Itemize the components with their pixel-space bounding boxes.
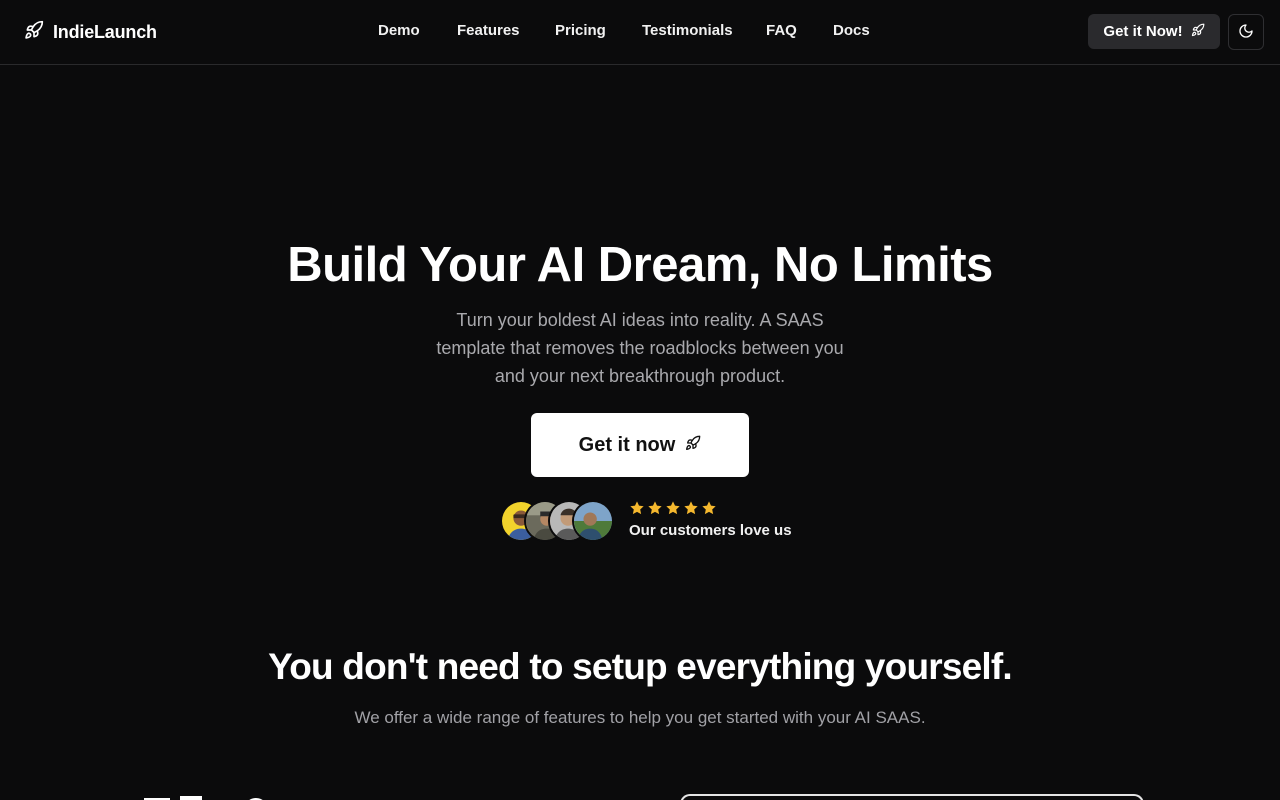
nav-link-demo[interactable]: Demo <box>378 22 420 42</box>
star-icon <box>701 500 717 521</box>
get-it-now-hero-button[interactable]: Get it now <box>531 413 749 477</box>
moon-icon <box>1238 23 1254 42</box>
nav-link-features[interactable]: Features <box>457 22 520 42</box>
nav-link-pricing[interactable]: Pricing <box>555 22 606 42</box>
features-section-title: You don't need to setup everything yours… <box>268 646 1013 687</box>
star-icon <box>683 500 699 521</box>
star-icon <box>629 500 645 521</box>
nav-link-docs[interactable]: Docs <box>833 22 870 42</box>
nav-link-faq[interactable]: FAQ <box>766 22 797 42</box>
rocket-icon <box>685 434 701 457</box>
get-it-now-header-button[interactable]: Get it Now! <box>1088 14 1220 49</box>
feature-heading-partial <box>144 788 274 800</box>
header-cta-label: Get it Now! <box>1103 23 1183 40</box>
star-icon <box>665 500 681 521</box>
star-icon <box>647 500 663 521</box>
rocket-icon <box>24 20 44 45</box>
hero-cta-label: Get it now <box>578 433 676 456</box>
top-navbar: IndieLaunch Demo Features Pricing Testim… <box>0 0 1280 65</box>
features-section-subtitle: We offer a wide range of features to hel… <box>354 708 926 727</box>
star-rating <box>629 500 717 521</box>
hero-subtitle: Turn your boldest AI ideas into reality.… <box>436 310 844 386</box>
brand-logo-link[interactable]: IndieLaunch <box>24 18 157 46</box>
rocket-icon <box>1191 23 1205 41</box>
avatar <box>572 500 614 542</box>
feature-preview-card <box>680 794 1144 800</box>
hero-title: Build Your AI Dream, No Limits <box>287 238 993 292</box>
brand-name: IndieLaunch <box>53 21 157 42</box>
theme-toggle-button[interactable] <box>1228 14 1264 50</box>
social-proof-text: Our customers love us <box>629 522 792 539</box>
customer-avatars <box>500 500 616 542</box>
nav-link-testimonials[interactable]: Testimonials <box>642 22 733 42</box>
